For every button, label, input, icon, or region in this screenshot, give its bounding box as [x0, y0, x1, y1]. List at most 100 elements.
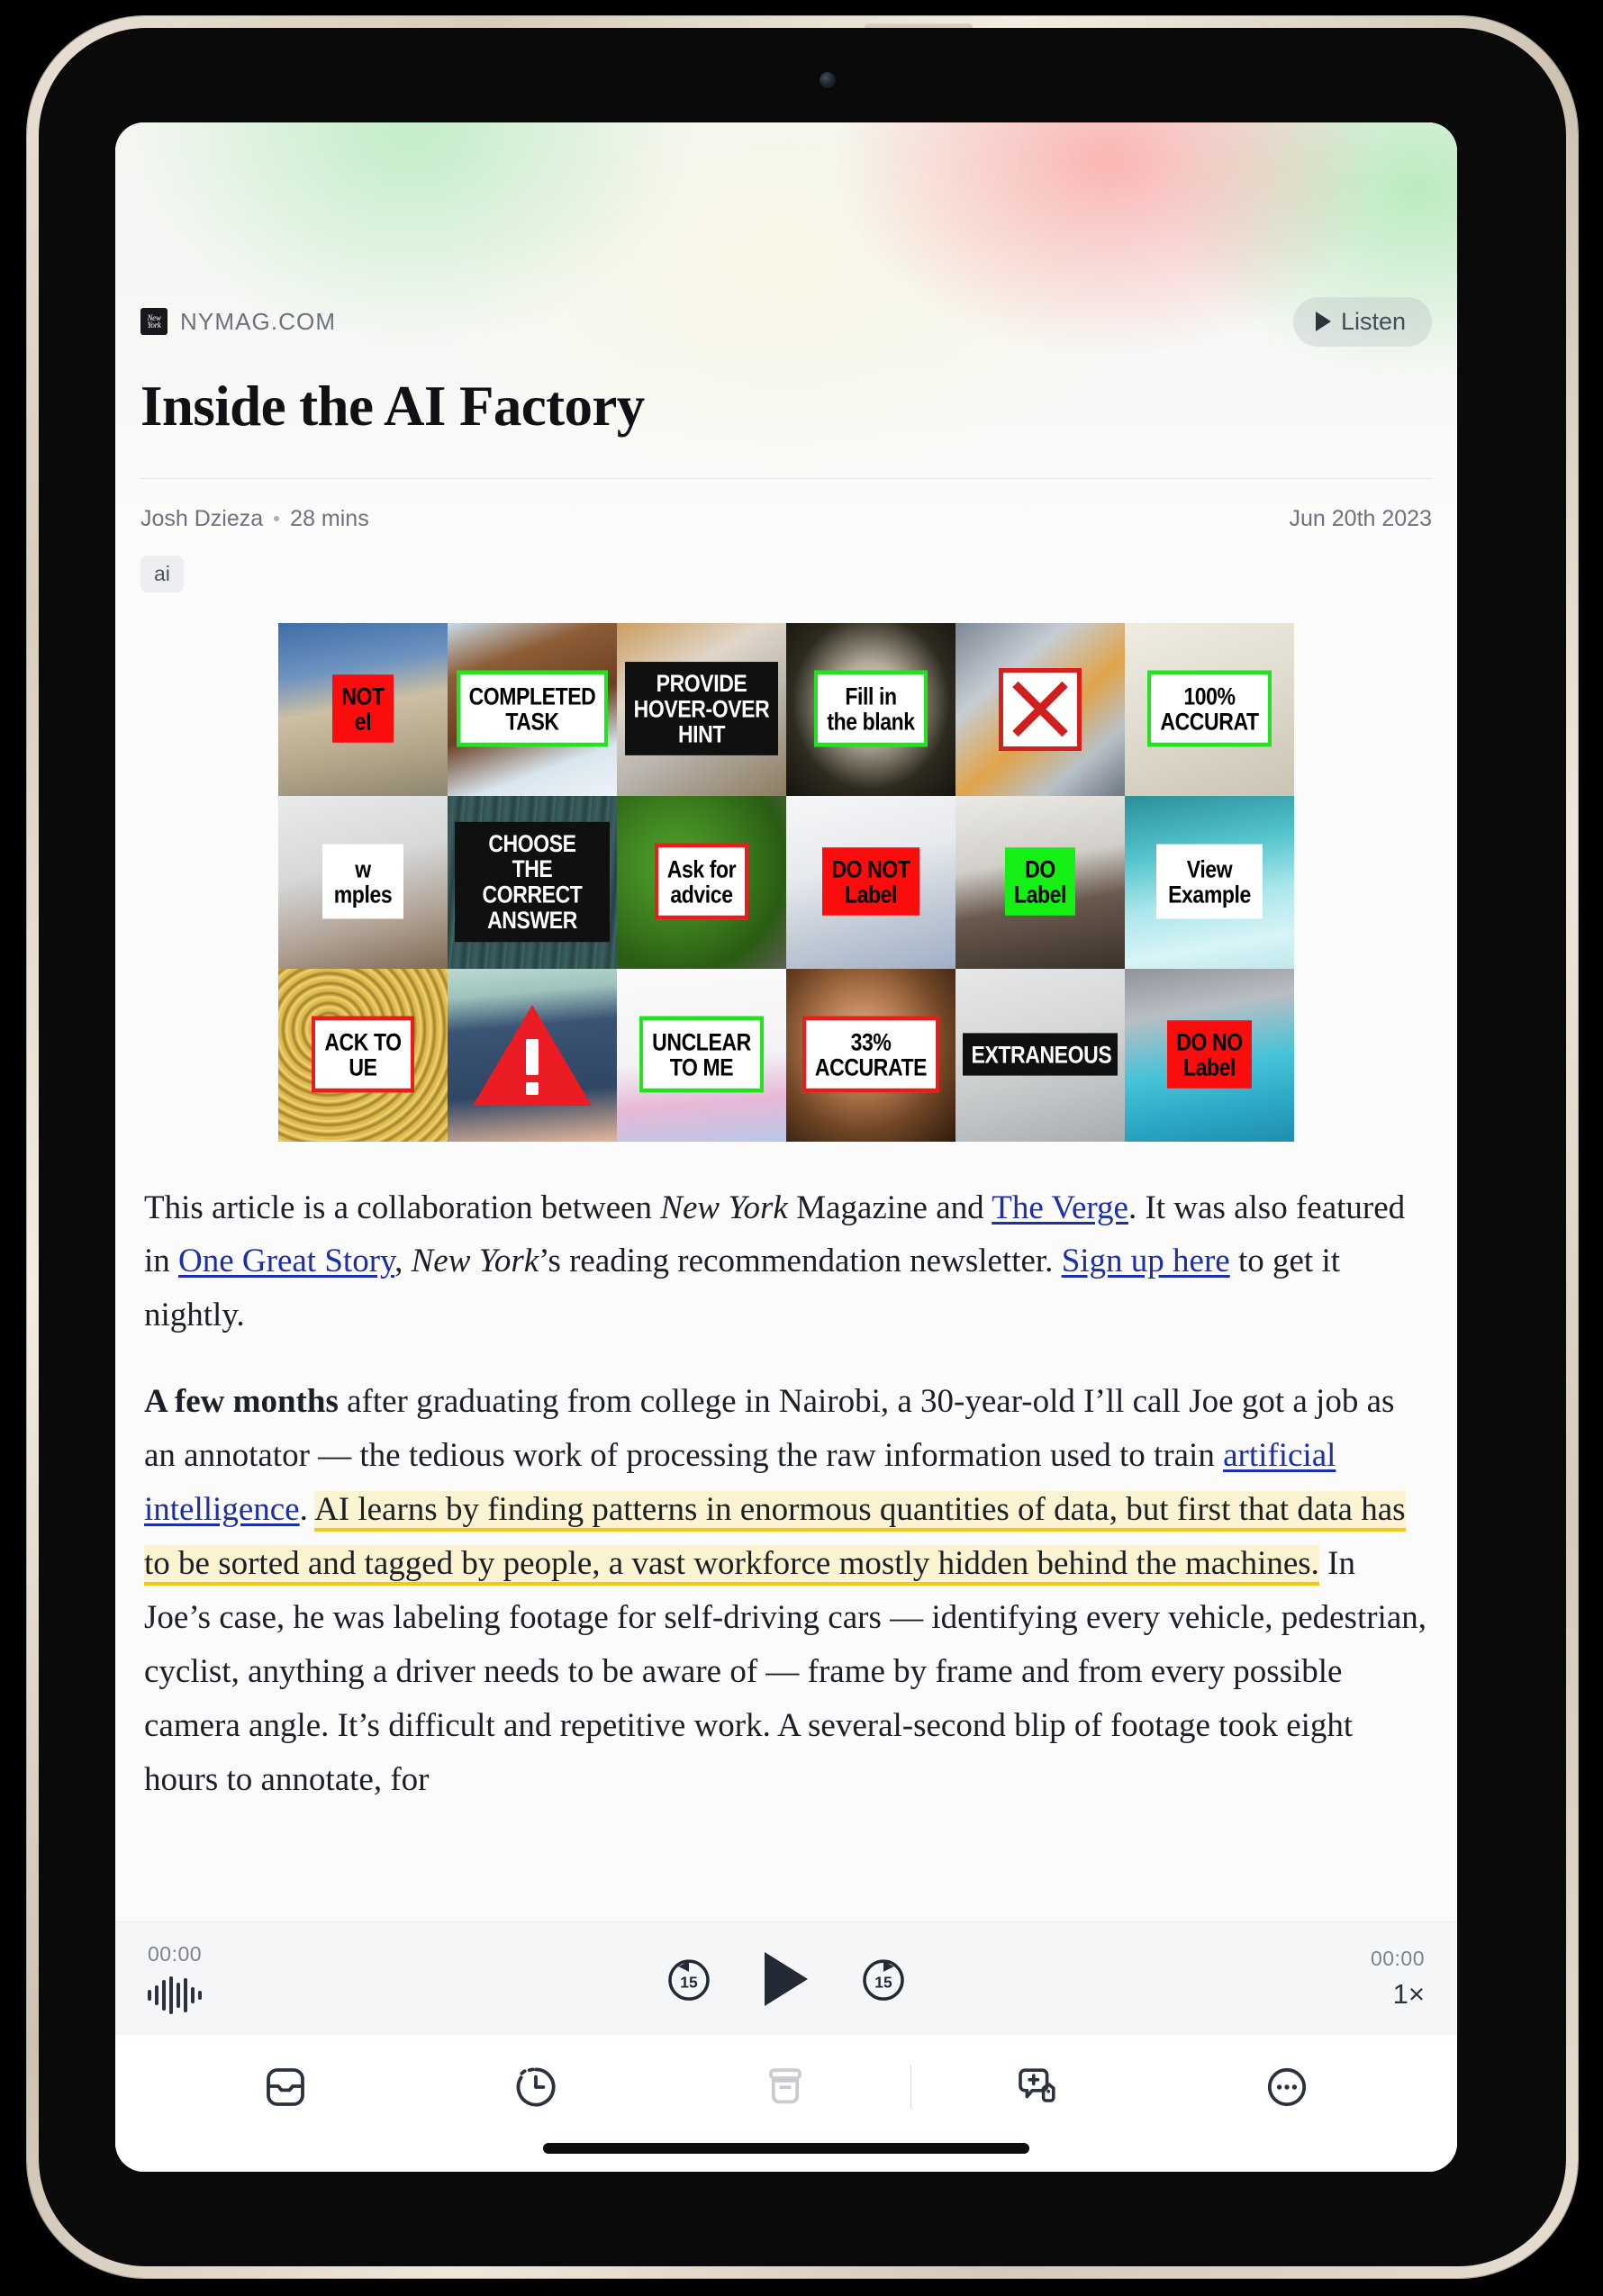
player-right-group: 00:00 1× — [1218, 1947, 1425, 2011]
collage-cell: COMPLETED TASK — [448, 622, 617, 796]
collage-label-chip: View Example — [1156, 845, 1263, 920]
toolbar-inbox-button[interactable] — [160, 2064, 411, 2111]
body-link[interactable]: Sign up here — [1062, 1243, 1230, 1279]
body-text: This article is a collaboration between — [144, 1189, 661, 1226]
collage-label-chip: NOT el — [332, 674, 394, 744]
author-name: Josh Dzieza — [140, 505, 264, 531]
app-screen: New York NYMAG.COM Listen Inside the AI … — [115, 122, 1457, 2172]
body-emphasis: New York — [660, 1189, 788, 1226]
device-stage: New York NYMAG.COM Listen Inside the AI … — [0, 0, 1603, 2296]
body-link[interactable]: One Great Story — [178, 1243, 394, 1279]
reject-x-icon — [999, 667, 1082, 751]
collage-cell: CHOOSE THE CORRECT ANSWER — [448, 795, 617, 969]
body-lead-in: A few months — [144, 1383, 339, 1421]
read-time: 28 mins — [290, 505, 369, 531]
playback-speed-button[interactable]: 1× — [1393, 1978, 1425, 2011]
warning-triangle-icon — [473, 1004, 592, 1106]
collage-cell — [955, 622, 1125, 796]
text-highlight[interactable]: AI learns by finding patterns in enormou… — [144, 1491, 1406, 1583]
source-identity[interactable]: New York NYMAG.COM — [140, 308, 336, 336]
collage-label-chip: COMPLETED TASK — [456, 670, 609, 748]
article-hero-image: NOT el COMPLETED TASK PROVIDE HOVER-OVER HINT F… — [140, 622, 1432, 1142]
collage-label-chip: PROVIDE HOVER-OVER HINT — [624, 662, 779, 756]
collage-label-chip: CHOOSE THE CORRECT ANSWER — [454, 822, 611, 942]
collage-label-chip: 100% ACCURAT — [1147, 670, 1272, 748]
toolbar-add-note-button[interactable] — [911, 2064, 1162, 2111]
body-paragraph: A few months after graduating from colle… — [144, 1375, 1428, 1807]
player-transport-controls: 15 15 — [355, 1951, 1218, 2006]
article-content-column: New York NYMAG.COM Listen Inside the AI … — [115, 122, 1457, 1840]
skip-forward-15-icon[interactable]: 15 — [858, 1954, 909, 2004]
body-text: , — [394, 1243, 412, 1280]
collage-label-chip: Ask for advice — [654, 843, 749, 921]
svg-text:15: 15 — [874, 1973, 892, 1991]
collage-cell — [448, 968, 617, 1142]
waveform-icon[interactable] — [148, 1975, 355, 2015]
play-pause-button[interactable] — [765, 1951, 808, 2006]
remaining-time: 00:00 — [1370, 1947, 1425, 1970]
collage-cell: NOT el — [278, 622, 448, 796]
body-emphasis: New York — [411, 1243, 539, 1280]
article-scroll-view[interactable]: New York NYMAG.COM Listen Inside the AI … — [115, 122, 1457, 2172]
collage-label-chip: 33% ACCURATE — [802, 1016, 940, 1094]
publish-date: Jun 20th 2023 — [1289, 505, 1432, 531]
skip-back-15-icon[interactable]: 15 — [664, 1954, 714, 2004]
article-meta-row: Josh Dzieza 28 mins Jun 20th 2023 — [140, 479, 1432, 532]
collage-cell: ACK TO UE — [278, 968, 448, 1142]
collage-label-chip: DO Label — [1004, 847, 1076, 917]
collage-cell: DO NOT Label — [786, 795, 955, 969]
history-icon — [516, 2067, 556, 2107]
play-triangle-icon — [1315, 312, 1331, 331]
collage-cell: 33% ACCURATE — [786, 968, 955, 1142]
collage-label-chip: EXTRANEOUS — [962, 1033, 1118, 1077]
toolbar-history-button[interactable] — [411, 2064, 661, 2111]
svg-text:15: 15 — [680, 1973, 698, 1991]
tag-row: ai — [140, 555, 1432, 592]
body-link[interactable]: The Verge — [992, 1189, 1128, 1226]
inbox-icon — [266, 2068, 304, 2106]
collage-label-chip: DO NOT Label — [822, 847, 919, 917]
player-left-group: 00:00 — [148, 1942, 355, 2015]
tag-chip-ai[interactable]: ai — [140, 555, 184, 592]
collage-cell: EXTRANEOUS — [955, 968, 1125, 1142]
nymag-favicon-icon: New York — [140, 308, 168, 335]
collage-cell: Ask for advice — [617, 795, 786, 969]
collage-grid: NOT el COMPLETED TASK PROVIDE HOVER-OVER HINT F… — [278, 622, 1294, 1142]
elapsed-time: 00:00 — [148, 1942, 203, 1966]
collage-cell: w mples — [278, 795, 448, 969]
toolbar-more-button[interactable] — [1162, 2064, 1412, 2111]
toolbar-archive-button[interactable] — [661, 2064, 911, 2111]
listen-button-label: Listen — [1340, 307, 1406, 335]
source-domain-label: NYMAG.COM — [180, 307, 337, 335]
collage-cell: View Example — [1125, 795, 1294, 969]
collage-label-chip: ACK TO UE — [312, 1016, 414, 1094]
add-note-icon — [1019, 2068, 1055, 2102]
favicon-label: New York — [147, 313, 161, 330]
article-body: This article is a collaboration between … — [140, 1181, 1432, 1807]
collage-label-chip: Fill in the blank — [814, 670, 928, 748]
article-title: Inside the AI Factory — [140, 375, 645, 438]
collage-label-chip: UNCLEAR TO ME — [639, 1016, 764, 1094]
collage-cell: 100% ACCURAT — [1125, 622, 1294, 796]
exclamation-mark — [526, 1038, 539, 1095]
source-row: New York NYMAG.COM Listen — [140, 290, 1432, 353]
listen-button[interactable]: Listen — [1292, 296, 1432, 347]
front-camera-icon — [820, 72, 836, 88]
bottom-toolbar — [115, 2035, 1457, 2172]
collage-cell: UNCLEAR TO ME — [617, 968, 786, 1142]
home-indicator[interactable] — [543, 2143, 1029, 2154]
archive-icon — [769, 2068, 802, 2104]
collage-cell: Fill in the blank — [786, 622, 955, 796]
more-icon — [1267, 2067, 1307, 2107]
meta-separator-dot — [274, 516, 280, 522]
collage-cell: DO NO Label — [1125, 968, 1294, 1142]
collage-cell: PROVIDE HOVER-OVER HINT — [617, 622, 786, 796]
byline-group: Josh Dzieza 28 mins — [140, 506, 369, 532]
tablet-frame: New York NYMAG.COM Listen Inside the AI … — [27, 16, 1578, 2278]
body-text: In Joe’s case, he was labeling footage f… — [144, 1545, 1426, 1798]
body-text: . — [299, 1491, 315, 1529]
collage-label-chip: DO NO Label — [1167, 1020, 1252, 1089]
audio-player-bar: 00:00 15 15 00:00 1× — [115, 1921, 1457, 2035]
body-text: ’s reading recommendation newsletter. — [539, 1243, 1062, 1280]
collage-cell: DO Label — [955, 795, 1125, 969]
